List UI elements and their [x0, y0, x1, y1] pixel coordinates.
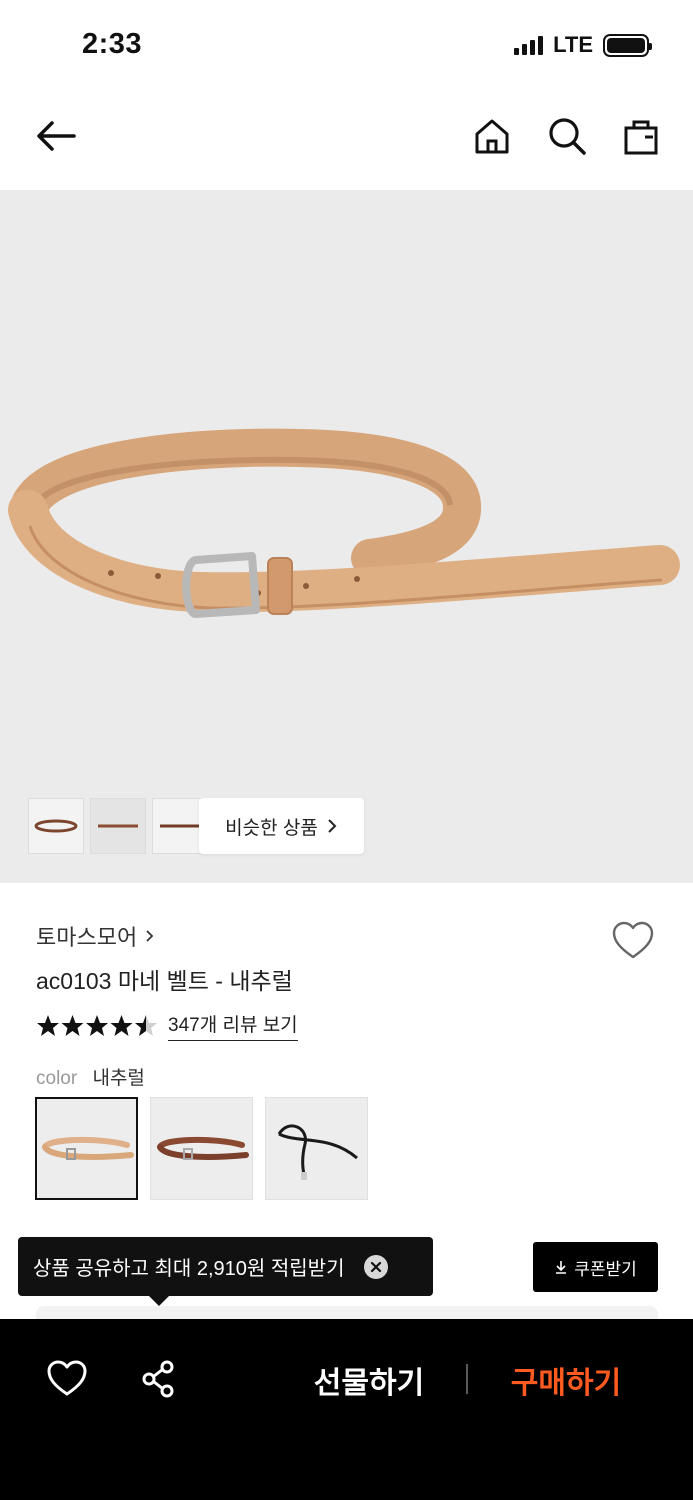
thumbnail-1[interactable]	[28, 798, 84, 854]
cart-button[interactable]	[617, 112, 665, 160]
gift-button[interactable]: 선물하기	[300, 1357, 438, 1403]
action-divider	[466, 1364, 468, 1394]
product-image[interactable]: 비슷한 상품	[0, 190, 693, 883]
heart-icon	[47, 1360, 87, 1396]
tooltip-text: 상품 공유하고 최대 2,910원 적립받기	[33, 1258, 345, 1280]
product-name: ac0103 마네 벨트 - 내추럴	[36, 968, 293, 994]
coupon-label: 쿠폰받기	[574, 1259, 637, 1279]
similar-products-button[interactable]: 비슷한 상품	[199, 798, 364, 854]
back-button[interactable]	[32, 112, 80, 160]
bottom-action-bar: 선물하기 구매하기	[0, 1319, 693, 1500]
buy-button[interactable]: 구매하기	[497, 1357, 635, 1403]
share-reward-tooltip: 상품 공유하고 최대 2,910원 적립받기	[18, 1237, 433, 1306]
share-button[interactable]	[137, 1357, 181, 1401]
belt-photo	[8, 428, 680, 618]
similar-products-label: 비슷한 상품	[225, 817, 318, 839]
heart-icon	[612, 921, 654, 959]
chevron-right-icon	[328, 819, 337, 833]
color-value: 내추럴	[92, 1068, 145, 1089]
shopping-bag-icon	[624, 120, 658, 155]
status-bar: 2:33 LTE	[0, 0, 693, 90]
close-icon	[371, 1261, 382, 1272]
stars-icon	[37, 1014, 157, 1036]
tooltip-close-button[interactable]	[364, 1254, 389, 1279]
search-icon	[549, 118, 586, 155]
wishlist-button[interactable]	[610, 918, 656, 964]
status-indicators: LTE	[514, 32, 652, 58]
belt-thumbnail-icon	[160, 824, 200, 828]
brand-link[interactable]: 토마스모어	[36, 920, 155, 952]
chevron-right-icon	[146, 930, 154, 942]
belt-thumbnail-icon	[98, 824, 138, 828]
belt-swatch-icon	[277, 1123, 358, 1180]
belt-swatch-icon	[156, 1136, 249, 1160]
home-icon	[475, 119, 509, 154]
rating-row: 347개 리뷰 보기	[36, 1010, 298, 1041]
share-icon	[142, 1360, 174, 1398]
color-label: color	[36, 1068, 78, 1089]
color-swatches	[35, 1097, 368, 1200]
home-button[interactable]	[468, 112, 516, 160]
thumbnail-strip	[28, 798, 208, 854]
review-link[interactable]: 347개 리뷰 보기	[168, 1010, 298, 1041]
search-button[interactable]	[543, 112, 591, 160]
swatch-natural[interactable]	[35, 1097, 138, 1200]
coupon-button[interactable]: 쿠폰받기	[533, 1242, 658, 1292]
belt-thumbnail-icon	[34, 819, 78, 833]
battery-icon	[603, 33, 652, 57]
network-label: LTE	[553, 32, 593, 57]
arrow-left-icon	[37, 121, 76, 151]
top-nav	[0, 90, 693, 190]
thumbnail-2[interactable]	[90, 798, 146, 854]
brand-name: 토마스모어	[36, 925, 138, 950]
color-row: color 내추럴	[36, 1063, 145, 1090]
belt-swatch-icon	[41, 1136, 134, 1160]
download-icon	[556, 1261, 567, 1274]
star-rating	[36, 1014, 158, 1038]
status-time: 2:33	[82, 28, 143, 60]
swatch-brown[interactable]	[150, 1097, 253, 1200]
bottom-wishlist-button[interactable]	[45, 1357, 89, 1401]
signal-icon	[514, 35, 544, 55]
swatch-black[interactable]	[265, 1097, 368, 1200]
